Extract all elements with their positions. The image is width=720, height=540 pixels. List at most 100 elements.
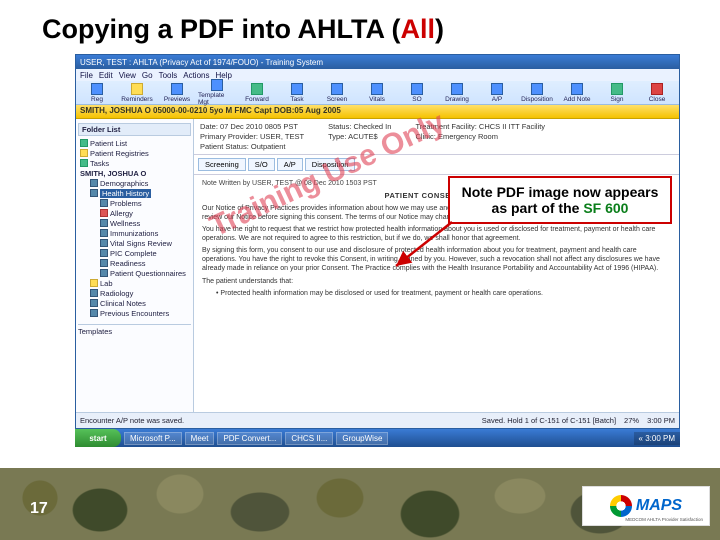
toolbar-disposition[interactable]: Disposition [518, 83, 556, 103]
tab-so[interactable]: S/O [248, 158, 275, 171]
tree-icon [100, 249, 108, 257]
tree-label: Lab [100, 279, 113, 288]
taskbar-item-4[interactable]: CHCS II... [285, 432, 333, 445]
tree-item[interactable]: PIC Complete [80, 248, 191, 258]
menu-view[interactable]: View [119, 71, 136, 80]
tree-icon [100, 199, 108, 207]
start-button[interactable]: start [75, 429, 121, 447]
toolbar-icon [291, 83, 303, 95]
menu-edit[interactable]: Edit [99, 71, 113, 80]
tree-icon [100, 259, 108, 267]
tab-screening[interactable]: Screening [198, 158, 246, 171]
toolbar-previews[interactable]: Previews [158, 83, 196, 103]
status-right-1: Saved. Hold 1 of C-151 of C-151 [Batch] [482, 416, 616, 425]
title-post: ) [435, 14, 444, 44]
tree-item[interactable]: Radiology [80, 288, 191, 298]
toolbar-label: Reg [91, 96, 103, 103]
toolbar-task[interactable]: Task [278, 83, 316, 103]
toolbar-icon [531, 83, 543, 95]
nav-tree: Patient ListPatient RegistriesTasksSMITH… [80, 138, 191, 318]
toolbar-so[interactable]: SO [398, 83, 436, 103]
menu-tools[interactable]: Tools [159, 71, 178, 80]
tree-item[interactable]: Allergy [80, 208, 191, 218]
tree-item[interactable]: Problems [80, 198, 191, 208]
toolbar-label: Forward [245, 96, 269, 103]
logo-text: MAPS [636, 497, 682, 515]
toolbar-label: Drawing [445, 96, 469, 103]
toolbar-label: Close [649, 96, 666, 103]
toolbar-template-mgt[interactable]: Template Mgt [198, 79, 236, 106]
tree-item[interactable]: Tasks [80, 158, 191, 168]
callout-arrow-icon [388, 216, 458, 276]
tree-label: Tasks [90, 159, 109, 168]
toolbar-label: Screen [327, 96, 348, 103]
toolbar-icon [491, 83, 503, 95]
app-window: USER, TEST : AHLTA (Privacy Act of 1974/… [75, 54, 680, 429]
sidebar-templates[interactable]: Templates [78, 324, 191, 336]
tree-item[interactable]: Wellness [80, 218, 191, 228]
toolbar-icon [131, 83, 143, 95]
tree-item[interactable]: Patient Questionnaires [80, 268, 191, 278]
tab-disposition[interactable]: Disposition [305, 158, 356, 171]
sidebar-title: Folder List [78, 123, 191, 136]
status-left: Encounter A/P note was saved. [80, 416, 184, 425]
callout-line-1: Note PDF image now [462, 184, 601, 200]
toolbar-forward[interactable]: Forward [238, 83, 276, 103]
toolbar-label: Task [290, 96, 303, 103]
tree-label: Wellness [110, 219, 140, 228]
tree-label: Allergy [110, 209, 133, 218]
toolbar-a-p[interactable]: A/P [478, 83, 516, 103]
toolbar-icon [251, 83, 263, 95]
taskbar-item-2[interactable]: Meet [185, 432, 215, 445]
tree-icon [90, 189, 98, 197]
taskbar-item-1[interactable]: Microsoft P... [124, 432, 182, 445]
toolbar-icon [651, 83, 663, 95]
encounter-meta: Date: 07 Dec 2010 0805 PST Primary Provi… [194, 119, 679, 155]
tree-icon [80, 159, 88, 167]
logo-subtext: MEDCOM AHLTA Provider Satisfaction [625, 517, 703, 522]
system-tray[interactable]: « 3:00 PM [634, 432, 680, 445]
meta-clinic: Clinic: Emergency Room [415, 132, 545, 141]
callout-box: Note PDF image now appears as part of th… [448, 176, 672, 224]
tree-item[interactable]: Immunizations [80, 228, 191, 238]
tree-item[interactable]: Readiness [80, 258, 191, 268]
tree-item[interactable]: Health History [80, 188, 191, 198]
toolbar-label: Template Mgt [198, 92, 236, 106]
status-zoom: 27% [624, 416, 639, 425]
toolbar-vitals[interactable]: Vitals [358, 83, 396, 103]
tree-item[interactable]: Patient Registries [80, 148, 191, 158]
tree-item[interactable]: Demographics [80, 178, 191, 188]
taskbar-item-3[interactable]: PDF Convert... [217, 432, 282, 445]
window-titlebar: USER, TEST : AHLTA (Privacy Act of 1974/… [76, 55, 679, 69]
tree-item[interactable]: SMITH, JOSHUA O [80, 168, 191, 178]
tree-icon [80, 139, 88, 147]
toolbar-reg[interactable]: Reg [78, 83, 116, 103]
window-title-text: USER, TEST : AHLTA (Privacy Act of 1974/… [80, 58, 323, 67]
toolbar-drawing[interactable]: Drawing [438, 83, 476, 103]
toolbar-label: Sign [610, 96, 623, 103]
taskbar-item-5[interactable]: GroupWise [336, 432, 388, 445]
toolbar-reminders[interactable]: Reminders [118, 83, 156, 103]
maps-logo: MAPS MEDCOM AHLTA Provider Satisfaction [582, 486, 710, 526]
tree-item[interactable]: Previous Encounters [80, 308, 191, 318]
toolbar-screen[interactable]: Screen [318, 83, 356, 103]
tree-icon [80, 149, 88, 157]
tree-icon [100, 209, 108, 217]
page-number: 17 [30, 500, 48, 518]
tree-item[interactable]: Clinical Notes [80, 298, 191, 308]
toolbar-add-note[interactable]: Add Note [558, 83, 596, 103]
tree-item[interactable]: Patient List [80, 138, 191, 148]
tree-item[interactable]: Lab [80, 278, 191, 288]
toolbar-label: SO [412, 96, 421, 103]
consent-bullet-1: • Protected health information may be di… [216, 289, 671, 298]
menu-file[interactable]: File [80, 71, 93, 80]
meta-provider: Primary Provider: USER, TEST [200, 132, 304, 141]
tree-item[interactable]: Vital Signs Review [80, 238, 191, 248]
toolbar-icon [211, 79, 223, 91]
menu-go[interactable]: Go [142, 71, 153, 80]
toolbar-close[interactable]: Close [638, 83, 676, 103]
tab-ap[interactable]: A/P [277, 158, 303, 171]
meta-type: Type: ACUTE$ [328, 132, 391, 141]
toolbar-sign[interactable]: Sign [598, 83, 636, 103]
tree-label: Patient Questionnaires [110, 269, 186, 278]
